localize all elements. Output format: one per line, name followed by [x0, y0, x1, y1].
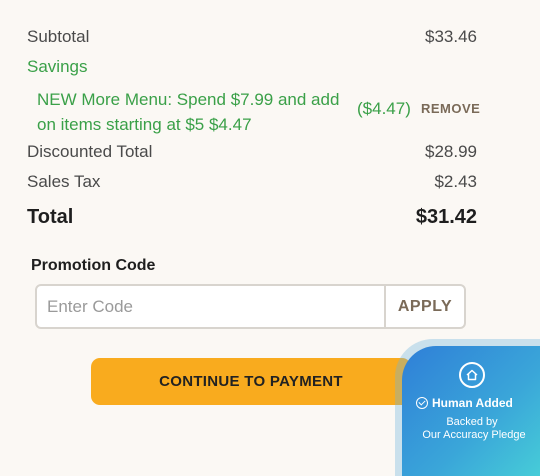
- badge-title: Human Added: [416, 396, 536, 410]
- subtotal-row: Subtotal $33.46: [27, 27, 477, 47]
- promo-code-title: Promotion Code: [31, 257, 156, 274]
- continue-to-payment-button[interactable]: CONTINUE TO PAYMENT: [91, 358, 411, 405]
- promo-code-box: APPLY: [35, 284, 466, 329]
- promo-code-input[interactable]: [37, 286, 384, 327]
- remove-discount-button[interactable]: REMOVE: [421, 101, 480, 116]
- subtotal-label: Subtotal: [27, 27, 90, 46]
- check-circle-icon: [416, 397, 428, 409]
- discount-description: NEW More Menu: Spend $7.99 and add on it…: [37, 90, 340, 134]
- discounted-total-row: Discounted Total $28.99: [27, 142, 477, 162]
- discounted-total-label: Discounted Total: [27, 142, 153, 161]
- badge-subtitle-line1: Backed by: [446, 416, 498, 428]
- badge-subtitle-line2: Our Accuracy Pledge: [422, 429, 526, 441]
- apply-button[interactable]: APPLY: [384, 286, 464, 327]
- sales-tax-row: Sales Tax $2.43: [27, 172, 477, 192]
- total-value: $31.42: [415, 206, 477, 228]
- discounted-total-value: $28.99: [425, 142, 477, 161]
- badge-title-text: Human Added: [432, 396, 513, 410]
- total-label: Total: [27, 206, 74, 228]
- sales-tax-value: $2.43: [434, 172, 477, 191]
- total-row: Total $31.42: [27, 206, 477, 229]
- subtotal-value: $33.46: [425, 27, 477, 46]
- savings-label: Savings: [27, 57, 88, 76]
- discount-amount: ($4.47): [357, 99, 411, 118]
- sales-tax-label: Sales Tax: [27, 172, 101, 191]
- home-icon: [459, 362, 485, 388]
